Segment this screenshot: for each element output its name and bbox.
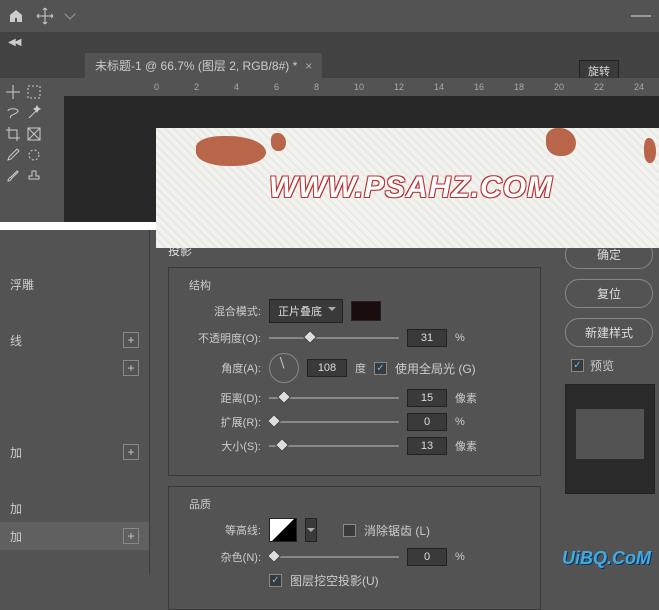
move-tool[interactable] [3, 82, 23, 102]
noise-unit: % [455, 551, 465, 563]
contour-dropdown[interactable] [305, 518, 317, 542]
close-icon[interactable]: × [305, 59, 312, 73]
marquee-tool[interactable] [24, 82, 44, 102]
global-light-checkbox[interactable] [374, 362, 387, 375]
noise-slider[interactable] [269, 556, 399, 558]
blend-mode-label: 混合模式: [181, 303, 261, 319]
add-icon[interactable]: + [123, 444, 139, 460]
toolbox [0, 78, 46, 222]
reset-button[interactable]: 复位 [565, 279, 653, 308]
new-style-button[interactable]: 新建样式 [565, 318, 653, 347]
dropdown-arrow-icon[interactable] [64, 8, 75, 19]
effect-item[interactable] [0, 466, 149, 494]
ruler-vertical [46, 96, 64, 222]
add-icon[interactable]: + [123, 360, 139, 376]
angle-label: 角度(A): [181, 360, 261, 376]
global-light-label: 使用全局光 (G) [395, 360, 476, 377]
preview-checkbox[interactable] [571, 359, 584, 372]
effect-item-stroke[interactable]: 线+ [0, 326, 149, 354]
quality-heading: 品质 [185, 496, 215, 512]
distance-input[interactable] [407, 389, 447, 407]
preview-label: 预览 [590, 357, 614, 374]
lasso-tool[interactable] [3, 103, 23, 123]
size-slider[interactable] [269, 445, 399, 447]
add-icon[interactable]: + [123, 332, 139, 348]
blend-mode-select[interactable]: 正片叠底 [269, 299, 343, 323]
minimize-button[interactable] [631, 15, 651, 17]
spread-input[interactable] [407, 413, 447, 431]
frame-tool[interactable] [24, 124, 44, 144]
spread-unit: % [455, 416, 465, 428]
distance-label: 距离(D): [181, 390, 261, 406]
ruler-horizontal: 0 2 4 6 8 10 12 14 16 18 20 22 24 [46, 78, 659, 96]
distance-slider[interactable] [269, 397, 399, 399]
opacity-slider[interactable] [269, 337, 399, 339]
crop-tool[interactable] [3, 124, 23, 144]
document-tab-title: 未标题-1 @ 66.7% (图层 2, RGB/8#) * [95, 57, 297, 74]
site-watermark: UiBQ.CoM [562, 548, 651, 569]
antialias-label: 消除锯齿 (L) [364, 522, 430, 539]
image-blob [644, 138, 656, 163]
noise-label: 杂色(N): [181, 549, 261, 565]
angle-input[interactable] [307, 359, 347, 377]
antialias-checkbox[interactable] [343, 524, 356, 537]
effect-item-bevel[interactable]: 浮雕 [0, 270, 149, 298]
effects-list: 浮雕 线+ + 加+ 加 加+ [0, 230, 150, 575]
panel-collapse-icon[interactable]: ◀◀ [8, 37, 19, 48]
preview-swatch [565, 384, 655, 494]
brush-tool[interactable] [3, 166, 23, 186]
contour-label: 等高线: [181, 522, 261, 538]
image-blob [271, 133, 286, 151]
size-unit: 像素 [455, 438, 477, 454]
image-blob [546, 128, 576, 156]
knockout-checkbox[interactable] [269, 574, 282, 587]
effect-item-overlay[interactable]: 加 [0, 494, 149, 522]
spread-label: 扩展(R): [181, 414, 261, 430]
add-icon[interactable]: + [123, 528, 139, 544]
effect-item[interactable] [0, 410, 149, 438]
effect-item[interactable] [0, 382, 149, 410]
stamp-tool[interactable] [24, 166, 44, 186]
angle-dial[interactable] [269, 353, 299, 383]
effect-item-shadow[interactable]: 加+ [0, 522, 149, 550]
angle-unit: 度 [355, 360, 366, 376]
shadow-color-swatch[interactable] [351, 301, 381, 321]
wand-tool[interactable] [24, 103, 44, 123]
effect-item[interactable]: + [0, 354, 149, 382]
opacity-label: 不透明度(O): [181, 330, 261, 346]
home-icon[interactable] [8, 8, 24, 24]
distance-unit: 像素 [455, 390, 477, 406]
contour-picker[interactable] [269, 518, 297, 542]
eyedropper-tool[interactable] [3, 145, 23, 165]
opacity-unit: % [455, 332, 465, 344]
opacity-input[interactable] [407, 329, 447, 347]
image-blob [196, 136, 266, 166]
size-input[interactable] [407, 437, 447, 455]
document-tab[interactable]: 未标题-1 @ 66.7% (图层 2, RGB/8#) * × [85, 53, 322, 78]
noise-input[interactable] [407, 548, 447, 566]
effect-item-overlay[interactable]: 加+ [0, 438, 149, 466]
canvas[interactable]: WWW.PSAHZ.COM [156, 128, 659, 248]
size-label: 大小(S): [181, 438, 261, 454]
move-tool-icon[interactable] [36, 7, 54, 25]
spread-slider[interactable] [269, 421, 399, 423]
effect-item[interactable] [0, 298, 149, 326]
watermark-text: WWW.PSAHZ.COM [269, 171, 553, 205]
heal-tool[interactable] [24, 145, 44, 165]
structure-heading: 结构 [185, 277, 215, 293]
